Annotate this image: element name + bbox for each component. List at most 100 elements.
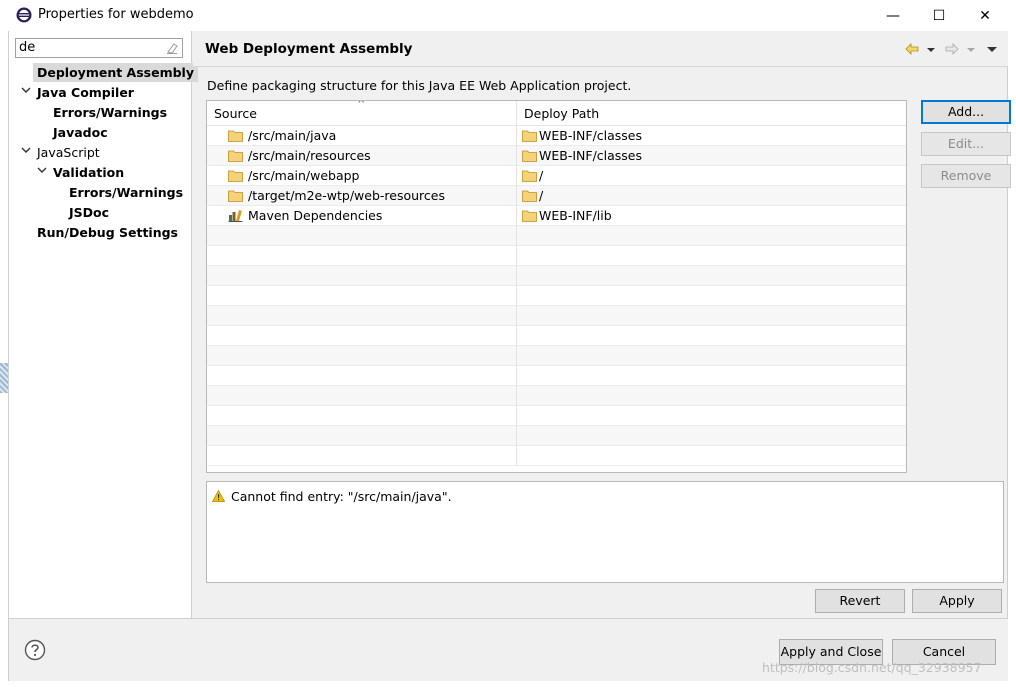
table-row[interactable]: Maven Dependencies WEB-INF/lib — [207, 206, 906, 226]
chevron-down-icon[interactable] — [20, 143, 32, 162]
column-header-label: Source — [214, 106, 257, 121]
property-page-tree: de Deployment Assembly Java Compiler Err… — [9, 31, 198, 618]
column-header-deploy-path[interactable]: Deploy Path — [517, 101, 906, 126]
table-row[interactable]: /src/main/java WEB-INF/classes — [207, 126, 906, 146]
folder-icon — [522, 209, 537, 222]
source-cell: /src/main/resources — [207, 146, 517, 166]
watermark-text: https://blog.csdn.net/qq_32938957 — [762, 660, 982, 675]
table-row — [207, 366, 906, 386]
assembly-table[interactable]: Source ^ Deploy Path /src/main/java WEB-I… — [206, 100, 907, 473]
edit-button[interactable]: Edit... — [921, 132, 1011, 156]
tree-item-javascript[interactable]: JavaScript — [37, 143, 100, 162]
table-row — [207, 306, 906, 326]
tree-item-errors-warnings[interactable]: Errors/Warnings — [53, 103, 167, 122]
deploy-path-cell — [517, 406, 906, 426]
deploy-path-text: WEB-INF/classes — [539, 128, 643, 143]
deploy-path-cell — [517, 326, 906, 346]
eraser-icon[interactable] — [165, 41, 179, 55]
column-header-source[interactable]: Source ^ — [207, 101, 517, 126]
view-menu-icon[interactable] — [986, 41, 998, 57]
filter-value: de — [19, 40, 36, 55]
folder-icon — [522, 149, 537, 162]
table-row — [207, 446, 906, 466]
chevron-down-icon[interactable] — [966, 41, 976, 57]
folder-icon — [522, 129, 537, 142]
folder-icon — [228, 169, 243, 182]
table-row — [207, 426, 906, 446]
table-row — [207, 266, 906, 286]
deploy-path-cell — [517, 246, 906, 266]
folder-icon — [228, 189, 243, 202]
source-cell — [207, 246, 517, 266]
source-cell — [207, 366, 517, 386]
source-cell — [207, 266, 517, 286]
deploy-path-cell — [517, 346, 906, 366]
chevron-down-icon[interactable] — [20, 83, 32, 102]
tree-item-jsdoc[interactable]: JSDoc — [69, 203, 109, 222]
table-row[interactable]: /target/m2e-wtp/web-resources / — [207, 186, 906, 206]
tree-item-javadoc[interactable]: Javadoc — [53, 123, 108, 142]
source-cell: /src/main/java — [207, 126, 517, 146]
property-page: Web Deployment Assembly Define packaging… — [193, 31, 1011, 618]
tree-item-java-compiler[interactable]: Java Compiler — [37, 83, 134, 102]
deploy-path-cell — [517, 426, 906, 446]
folder-icon — [522, 169, 537, 182]
add-button[interactable]: Add... — [921, 100, 1011, 124]
help-icon[interactable] — [24, 639, 46, 661]
revert-button[interactable]: Revert — [815, 589, 905, 613]
problems-message-area: Cannot find entry: "/src/main/java". — [206, 481, 1004, 583]
warning-icon — [212, 490, 225, 502]
page-header: Web Deployment Assembly — [193, 31, 1008, 67]
table-row[interactable]: /src/main/webapp / — [207, 166, 906, 186]
source-cell — [207, 386, 517, 406]
chevron-down-icon[interactable] — [926, 41, 936, 57]
deploy-path-cell — [517, 366, 906, 386]
page-description: Define packaging structure for this Java… — [207, 78, 632, 93]
tree-item-run-debug-settings[interactable]: Run/Debug Settings — [37, 223, 178, 242]
table-row — [207, 406, 906, 426]
chevron-down-icon[interactable] — [36, 163, 48, 182]
deploy-path-cell: WEB-INF/lib — [517, 206, 906, 226]
deploy-path-cell — [517, 306, 906, 326]
source-text: /src/main/resources — [248, 148, 371, 163]
tree-item-validation[interactable]: Validation — [53, 163, 124, 182]
table-row — [207, 386, 906, 406]
source-cell — [207, 426, 517, 446]
deploy-path-text: / — [539, 188, 544, 203]
source-cell — [207, 346, 517, 366]
source-cell — [207, 226, 517, 246]
close-button[interactable]: ✕ — [962, 0, 1008, 31]
maximize-button[interactable]: ☐ — [916, 0, 962, 31]
table-row — [207, 226, 906, 246]
window-title: Properties for webdemo — [38, 7, 194, 22]
folder-icon — [228, 129, 243, 142]
deploy-path-text: WEB-INF/lib — [539, 208, 612, 223]
deploy-path-cell: WEB-INF/classes — [517, 146, 906, 166]
source-cell — [207, 446, 517, 466]
arrow-left-icon[interactable] — [904, 41, 920, 57]
source-cell: /src/main/webapp — [207, 166, 517, 186]
deploy-path-cell — [517, 286, 906, 306]
arrow-right-icon[interactable] — [944, 41, 960, 57]
table-row — [207, 286, 906, 306]
source-cell: Maven Dependencies — [207, 206, 517, 226]
folder-icon — [522, 189, 537, 202]
source-cell — [207, 326, 517, 346]
table-row — [207, 246, 906, 266]
tree-item-deployment-assembly[interactable]: Deployment Assembly — [33, 63, 198, 82]
source-text: /target/m2e-wtp/web-resources — [248, 188, 445, 203]
apply-button[interactable]: Apply — [912, 589, 1002, 613]
table-row — [207, 346, 906, 366]
deploy-path-cell — [517, 266, 906, 286]
tree-item-js-errors-warnings[interactable]: Errors/Warnings — [69, 183, 183, 202]
minimize-button[interactable]: — — [870, 0, 916, 31]
source-text: /src/main/webapp — [248, 168, 360, 183]
remove-button[interactable]: Remove — [921, 164, 1011, 188]
source-cell — [207, 306, 517, 326]
deploy-path-cell — [517, 386, 906, 406]
table-row[interactable]: /src/main/resources WEB-INF/classes — [207, 146, 906, 166]
filter-input[interactable]: de — [15, 38, 183, 58]
table-row — [207, 326, 906, 346]
source-cell — [207, 406, 517, 426]
deploy-path-cell — [517, 226, 906, 246]
